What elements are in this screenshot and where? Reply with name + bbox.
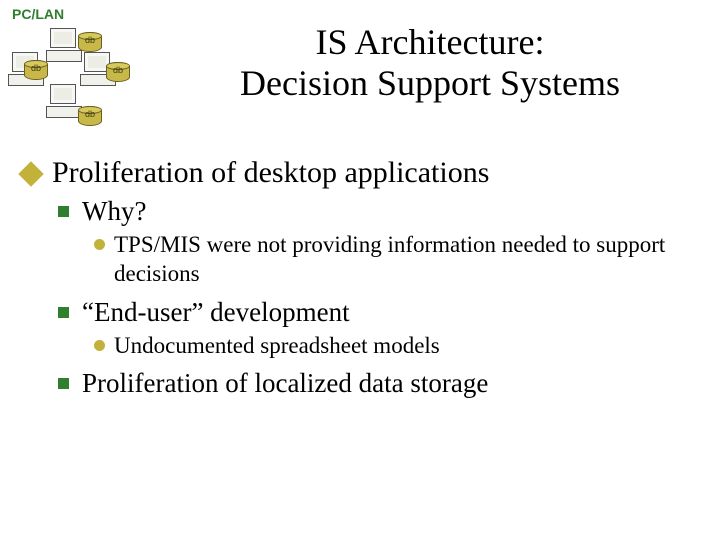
slide-body: Proliferation of desktop applications Wh… — [22, 150, 700, 403]
bullet-text: TPS/MIS were not providing information n… — [114, 232, 665, 286]
bullet-text: Why? — [82, 196, 146, 226]
bullet-text: Proliferation of desktop applications — [52, 156, 489, 189]
db-label: db — [106, 65, 130, 75]
diamond-bullet-icon — [18, 161, 43, 186]
pc-lan-cluster-icon: db db db db — [8, 26, 158, 136]
circle-bullet-icon — [94, 239, 105, 250]
bullet-text: “End-user” development — [82, 297, 350, 327]
database-icon: db — [78, 32, 102, 52]
slide-title: IS Architecture: Decision Support System… — [150, 22, 710, 105]
db-label: db — [78, 35, 102, 45]
bullet-level-2: Proliferation of localized data storage — [58, 368, 700, 399]
database-icon: db — [78, 106, 102, 126]
slide: PC/LAN db db db db IS Architecture: Deci… — [0, 0, 720, 540]
title-line-2: Decision Support Systems — [150, 63, 710, 104]
bullet-level-1: Proliferation of desktop applications — [22, 156, 700, 190]
database-icon: db — [106, 62, 130, 82]
db-label: db — [24, 63, 48, 73]
title-line-1: IS Architecture: — [150, 22, 710, 63]
bullet-level-2: “End-user” development — [58, 297, 700, 328]
db-label: db — [78, 109, 102, 119]
bullet-level-3: Undocumented spreadsheet models — [94, 332, 700, 361]
bullet-text: Undocumented spreadsheet models — [114, 333, 440, 358]
square-bullet-icon — [58, 307, 69, 318]
pc-lan-label: PC/LAN — [12, 6, 64, 22]
database-icon: db — [24, 60, 48, 80]
bullet-level-3: TPS/MIS were not providing information n… — [94, 231, 700, 289]
bullet-level-2: Why? — [58, 196, 700, 227]
bullet-text: Proliferation of localized data storage — [82, 368, 488, 398]
square-bullet-icon — [58, 206, 69, 217]
square-bullet-icon — [58, 378, 69, 389]
circle-bullet-icon — [94, 340, 105, 351]
